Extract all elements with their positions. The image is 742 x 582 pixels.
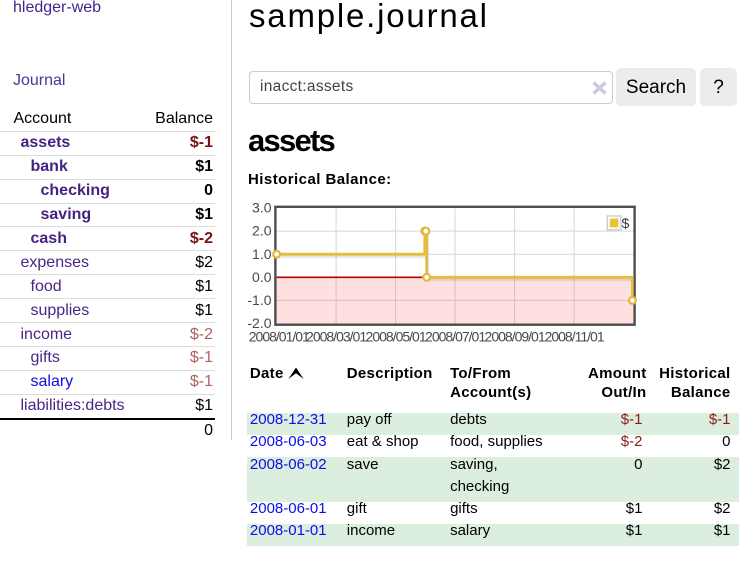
svg-text:2008/01/01: 2008/01/01	[249, 328, 310, 344]
svg-text:2008/03/01: 2008/03/01	[306, 328, 367, 344]
svg-text:2008/07/01: 2008/07/01	[425, 328, 486, 344]
svg-text:$: $	[622, 215, 630, 231]
svg-text:1.0: 1.0	[252, 246, 272, 262]
svg-text:-1.0: -1.0	[247, 292, 271, 308]
svg-text:2.0: 2.0	[252, 223, 272, 239]
svg-text:2008/09/01: 2008/09/01	[485, 328, 546, 344]
svg-text:2008/05/01: 2008/05/01	[366, 328, 427, 344]
svg-text:0.0: 0.0	[252, 269, 272, 285]
svg-text:3.0: 3.0	[252, 200, 272, 216]
svg-text:2008/11/01: 2008/11/01	[545, 328, 605, 344]
